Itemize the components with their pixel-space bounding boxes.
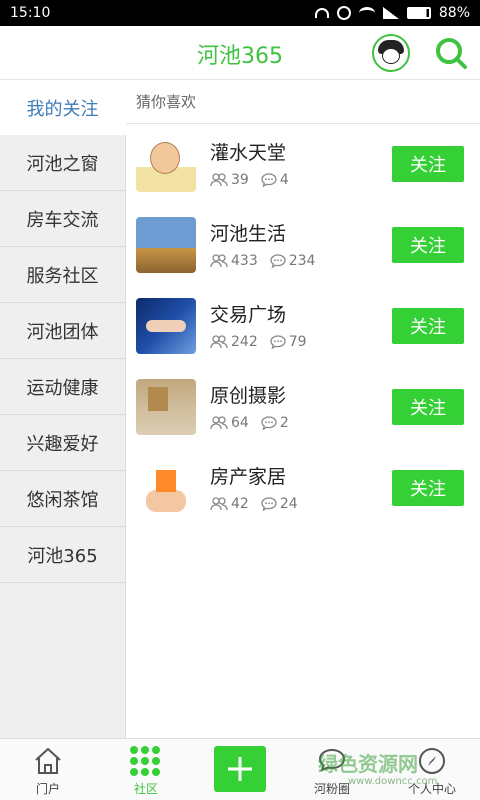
forum-stats: 42 24 (210, 496, 298, 512)
home-icon (35, 747, 61, 774)
forum-thumbnail (136, 136, 196, 192)
sidebar-item-hechi365[interactable]: 河池365 (0, 527, 125, 583)
watermark-url: www.downcc.com (348, 776, 438, 787)
forum-title: 灌水天堂 (210, 142, 287, 164)
member-count: 433 (210, 253, 258, 269)
post-count-value: 79 (288, 334, 307, 350)
status-bar: 15:10 88% (0, 0, 480, 26)
follow-button[interactable]: 关注 (392, 308, 464, 344)
member-count: 64 (210, 415, 249, 431)
member-count: 39 (210, 172, 249, 188)
post-count: 2 (261, 415, 289, 431)
follow-button[interactable]: 关注 (392, 470, 464, 506)
section-title: 猜你喜欢 (126, 80, 480, 124)
post-button[interactable] (214, 746, 266, 792)
post-count-value: 24 (279, 496, 298, 512)
sidebar-item-housing-cars[interactable]: 房车交流 (0, 191, 125, 247)
forum-title: 交易广场 (210, 304, 287, 326)
sidebar-item-my-follows[interactable]: 我的关注 (0, 80, 126, 135)
member-count-value: 42 (231, 496, 249, 512)
nav-fans-label: 河粉圈 (313, 782, 350, 796)
avatar-face (382, 48, 400, 64)
watermark-text: 绿色资源网 (318, 752, 418, 776)
wifi-icon (358, 7, 375, 19)
forum-title: 原创摄影 (210, 385, 287, 407)
members-icon (210, 335, 228, 349)
sidebar-item-window[interactable]: 河池之窗 (0, 135, 125, 191)
forum-title: 河池生活 (210, 223, 287, 245)
list-item[interactable]: 河池生活 433 234 关注 (126, 205, 480, 286)
battery-percent: 88% (438, 5, 470, 21)
post-count: 24 (261, 496, 298, 512)
member-count-value: 242 (231, 334, 258, 350)
list-item[interactable]: 房产家居 42 24 关注 (126, 448, 480, 529)
members-icon (210, 497, 228, 511)
battery-icon (406, 7, 431, 19)
sidebar-item-service[interactable]: 服务社区 (0, 247, 125, 303)
member-count: 42 (210, 496, 249, 512)
comment-icon (270, 335, 286, 349)
nav-portal-label: 门户 (35, 782, 60, 796)
forum-stats: 64 2 (210, 415, 289, 431)
comment-icon (261, 497, 277, 511)
sidebar-item-sports[interactable]: 运动健康 (0, 359, 125, 415)
follow-button[interactable]: 关注 (392, 389, 464, 425)
post-count: 4 (261, 172, 289, 188)
nav-community-label: 社区 (133, 782, 158, 796)
member-count-value: 433 (231, 253, 258, 269)
forum-stats: 433 234 (210, 253, 315, 269)
post-count-value: 234 (288, 253, 316, 269)
sidebar-item-groups[interactable]: 河池团体 (0, 303, 125, 359)
headphones-icon (314, 8, 329, 18)
comment-icon (261, 173, 277, 187)
status-icons: 88% (314, 5, 470, 21)
forum-thumbnail (136, 460, 196, 516)
members-icon (210, 173, 228, 187)
forum-thumbnail (136, 379, 196, 435)
post-count-value: 4 (279, 172, 289, 188)
status-time: 15:10 (10, 5, 51, 21)
comment-icon (270, 254, 286, 268)
nav-community[interactable]: 社区 (98, 739, 194, 800)
member-count: 242 (210, 334, 258, 350)
list-item[interactable]: 灌水天堂 39 4 关注 (126, 124, 480, 205)
members-icon (210, 254, 228, 268)
forum-stats: 39 4 (210, 172, 289, 188)
forum-thumbnail (136, 217, 196, 273)
follow-button[interactable]: 关注 (392, 146, 464, 182)
member-count-value: 39 (231, 172, 249, 188)
signal-icon (382, 7, 399, 19)
post-count-value: 2 (279, 415, 289, 431)
plus-icon (228, 757, 252, 781)
nav-portal[interactable]: 门户 (0, 739, 96, 800)
forum-stats: 242 79 (210, 334, 307, 350)
member-count-value: 64 (231, 415, 249, 431)
comment-icon (261, 416, 277, 430)
forum-thumbnail (136, 298, 196, 354)
forum-list-panel: 猜你喜欢 灌水天堂 39 4 关注 河池生活 433 234 关注 交易广场 2… (126, 80, 480, 738)
sidebar-item-hobbies[interactable]: 兴趣爱好 (0, 415, 125, 471)
grid-icon (130, 746, 162, 776)
forum-title: 房产家居 (210, 466, 287, 488)
category-sidebar: 我的关注 河池之窗 房车交流 服务社区 河池团体 运动健康 兴趣爱好 悠闲茶馆 … (0, 80, 126, 738)
alarm-icon (336, 6, 351, 20)
list-item[interactable]: 原创摄影 64 2 关注 (126, 367, 480, 448)
post-count: 234 (270, 253, 316, 269)
follow-button[interactable]: 关注 (392, 227, 464, 263)
compass-icon (419, 748, 445, 774)
post-count: 79 (270, 334, 307, 350)
list-item[interactable]: 交易广场 242 79 关注 (126, 286, 480, 367)
avatar[interactable] (372, 34, 410, 72)
app-header: 河池365 (0, 26, 480, 80)
members-icon (210, 416, 228, 430)
search-icon[interactable] (434, 36, 468, 70)
sidebar-item-teahouse[interactable]: 悠闲茶馆 (0, 471, 125, 527)
